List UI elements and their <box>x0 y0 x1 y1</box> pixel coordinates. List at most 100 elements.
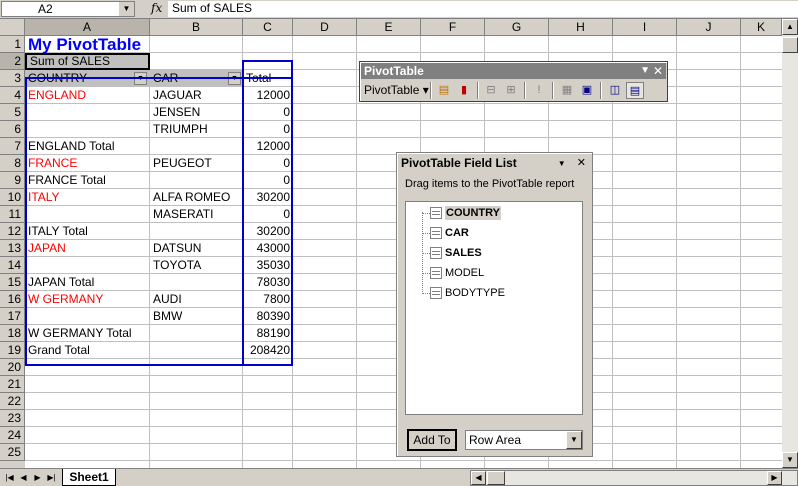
toolbar-options-icon[interactable]: ▼ <box>640 63 650 79</box>
cell-country[interactable] <box>25 104 149 121</box>
row-header[interactable]: 5 <box>0 104 25 121</box>
row-header[interactable]: 13 <box>0 240 25 257</box>
last-sheet-icon[interactable]: ▶| <box>46 471 57 484</box>
cell-country[interactable]: W GERMANY <box>25 291 149 308</box>
total-header[interactable]: Total <box>243 70 292 87</box>
row-header[interactable]: 16 <box>0 291 25 308</box>
cell-total[interactable]: 0 <box>243 121 292 138</box>
cell-car[interactable]: TOYOTA <box>150 257 242 274</box>
cell-car[interactable]: JAGUAR <box>150 87 242 104</box>
row-header[interactable]: 1 <box>0 36 25 53</box>
field-item-sales[interactable]: SALES <box>422 244 572 262</box>
cell-country[interactable]: FRANCE <box>25 155 149 172</box>
toolbar-title-bar[interactable]: PivotTable ▼ ✕ <box>361 63 666 79</box>
cell-car[interactable] <box>150 342 242 359</box>
cell-total[interactable]: 0 <box>243 155 292 172</box>
chevron-down-icon[interactable]: ▼ <box>566 431 582 449</box>
cell-country[interactable]: ENGLAND <box>25 87 149 104</box>
field-item-bodytype[interactable]: BODYTYPE <box>422 284 572 302</box>
cell-car[interactable]: ALFA ROMEO <box>150 189 242 206</box>
cell-total[interactable]: 7800 <box>243 291 292 308</box>
chevron-down-icon[interactable]: ▼ <box>558 159 566 168</box>
row-header[interactable]: 18 <box>0 325 25 342</box>
scroll-down-icon[interactable]: ▼ <box>782 452 798 468</box>
column-header-a[interactable]: A <box>25 19 150 36</box>
data-field-cell[interactable]: Sum of SALES <box>25 53 150 70</box>
name-box[interactable]: A2 ▼ <box>1 1 135 17</box>
column-header-b[interactable]: B <box>150 19 243 36</box>
row-header[interactable]: 2 <box>0 53 25 70</box>
cell-total[interactable]: 30200 <box>243 189 292 206</box>
cell-car[interactable]: BMW <box>150 308 242 325</box>
field-item-car[interactable]: CAR <box>422 224 572 242</box>
cell-country[interactable]: JAPAN Total <box>25 274 149 291</box>
chart-wizard-icon[interactable]: ▮ <box>455 82 473 99</box>
column-header-f[interactable]: F <box>421 19 485 36</box>
chevron-down-icon[interactable]: ▼ <box>119 2 134 16</box>
cell-country[interactable] <box>25 257 149 274</box>
cell-country[interactable]: Grand Total <box>25 342 149 359</box>
row-header[interactable]: 24 <box>0 427 25 444</box>
field-settings-icon[interactable]: ▣ <box>578 82 596 99</box>
hide-detail-icon[interactable]: ⊟ <box>482 82 500 99</box>
area-select[interactable]: Row Area ▼ <box>465 430 583 450</box>
scroll-thumb[interactable] <box>782 37 798 53</box>
horizontal-scrollbar[interactable]: ◀ ▶ <box>470 470 798 486</box>
column-header-e[interactable]: E <box>357 19 421 36</box>
cell-country[interactable]: W GERMANY Total <box>25 325 149 342</box>
cell-car[interactable]: DATSUN <box>150 240 242 257</box>
row-header[interactable]: 14 <box>0 257 25 274</box>
chevron-down-icon[interactable]: ▼ <box>228 72 241 85</box>
cell-total[interactable]: 78030 <box>243 274 292 291</box>
next-sheet-icon[interactable]: ▶ <box>32 471 43 484</box>
chevron-down-icon[interactable]: ▼ <box>134 72 147 85</box>
first-sheet-icon[interactable]: |◀ <box>4 471 15 484</box>
row-header[interactable]: 22 <box>0 393 25 410</box>
cell-car[interactable] <box>150 325 242 342</box>
column-header-d[interactable]: D <box>293 19 357 36</box>
cell-country[interactable]: FRANCE Total <box>25 172 149 189</box>
close-icon[interactable]: ✕ <box>653 63 663 79</box>
cell-total[interactable]: 0 <box>243 172 292 189</box>
add-to-button[interactable]: Add To <box>407 429 457 451</box>
column-header-i[interactable]: I <box>613 19 677 36</box>
scroll-up-icon[interactable]: ▲ <box>782 19 798 35</box>
row-header[interactable]: 20 <box>0 359 25 376</box>
row-header[interactable]: 15 <box>0 274 25 291</box>
cell-country[interactable] <box>25 121 149 138</box>
cell-country[interactable] <box>25 308 149 325</box>
row-field-country[interactable]: COUNTRY ▼ <box>25 70 149 87</box>
row-header[interactable]: 10 <box>0 189 25 206</box>
column-header-c[interactable]: C <box>243 19 293 36</box>
cell-country[interactable]: ITALY Total <box>25 223 149 240</box>
cell-car[interactable]: AUDI <box>150 291 242 308</box>
cell-total[interactable]: 0 <box>243 206 292 223</box>
row-header[interactable]: 7 <box>0 138 25 155</box>
row-header[interactable]: 19 <box>0 342 25 359</box>
column-header-k[interactable]: K <box>741 19 782 36</box>
row-field-car[interactable]: CAR ▼ <box>150 70 242 87</box>
include-hidden-items-icon[interactable]: ▦ <box>558 82 576 99</box>
row-header[interactable]: 17 <box>0 308 25 325</box>
column-header-g[interactable]: G <box>485 19 549 36</box>
cell-car[interactable] <box>150 274 242 291</box>
select-all-corner[interactable] <box>0 19 25 36</box>
cell-car[interactable] <box>150 172 242 189</box>
row-header[interactable]: 25 <box>0 444 25 461</box>
row-header[interactable]: 12 <box>0 223 25 240</box>
cell-country[interactable]: ENGLAND Total <box>25 138 149 155</box>
cell-car[interactable]: PEUGEOT <box>150 155 242 172</box>
cell-total[interactable]: 30200 <box>243 223 292 240</box>
cell-country[interactable]: JAPAN <box>25 240 149 257</box>
cell-total[interactable]: 43000 <box>243 240 292 257</box>
cell-country[interactable]: ITALY <box>25 189 149 206</box>
show-detail-icon[interactable]: ⊞ <box>502 82 520 99</box>
show-hide-field-list-icon[interactable]: ◫ <box>606 82 624 99</box>
column-header-h[interactable]: H <box>549 19 613 36</box>
cell-car[interactable] <box>150 223 242 240</box>
row-header[interactable]: 21 <box>0 376 25 393</box>
cell-total[interactable]: 12000 <box>243 138 292 155</box>
row-header[interactable]: 11 <box>0 206 25 223</box>
cell-car[interactable]: MASERATI <box>150 206 242 223</box>
cell-total[interactable]: 88190 <box>243 325 292 342</box>
